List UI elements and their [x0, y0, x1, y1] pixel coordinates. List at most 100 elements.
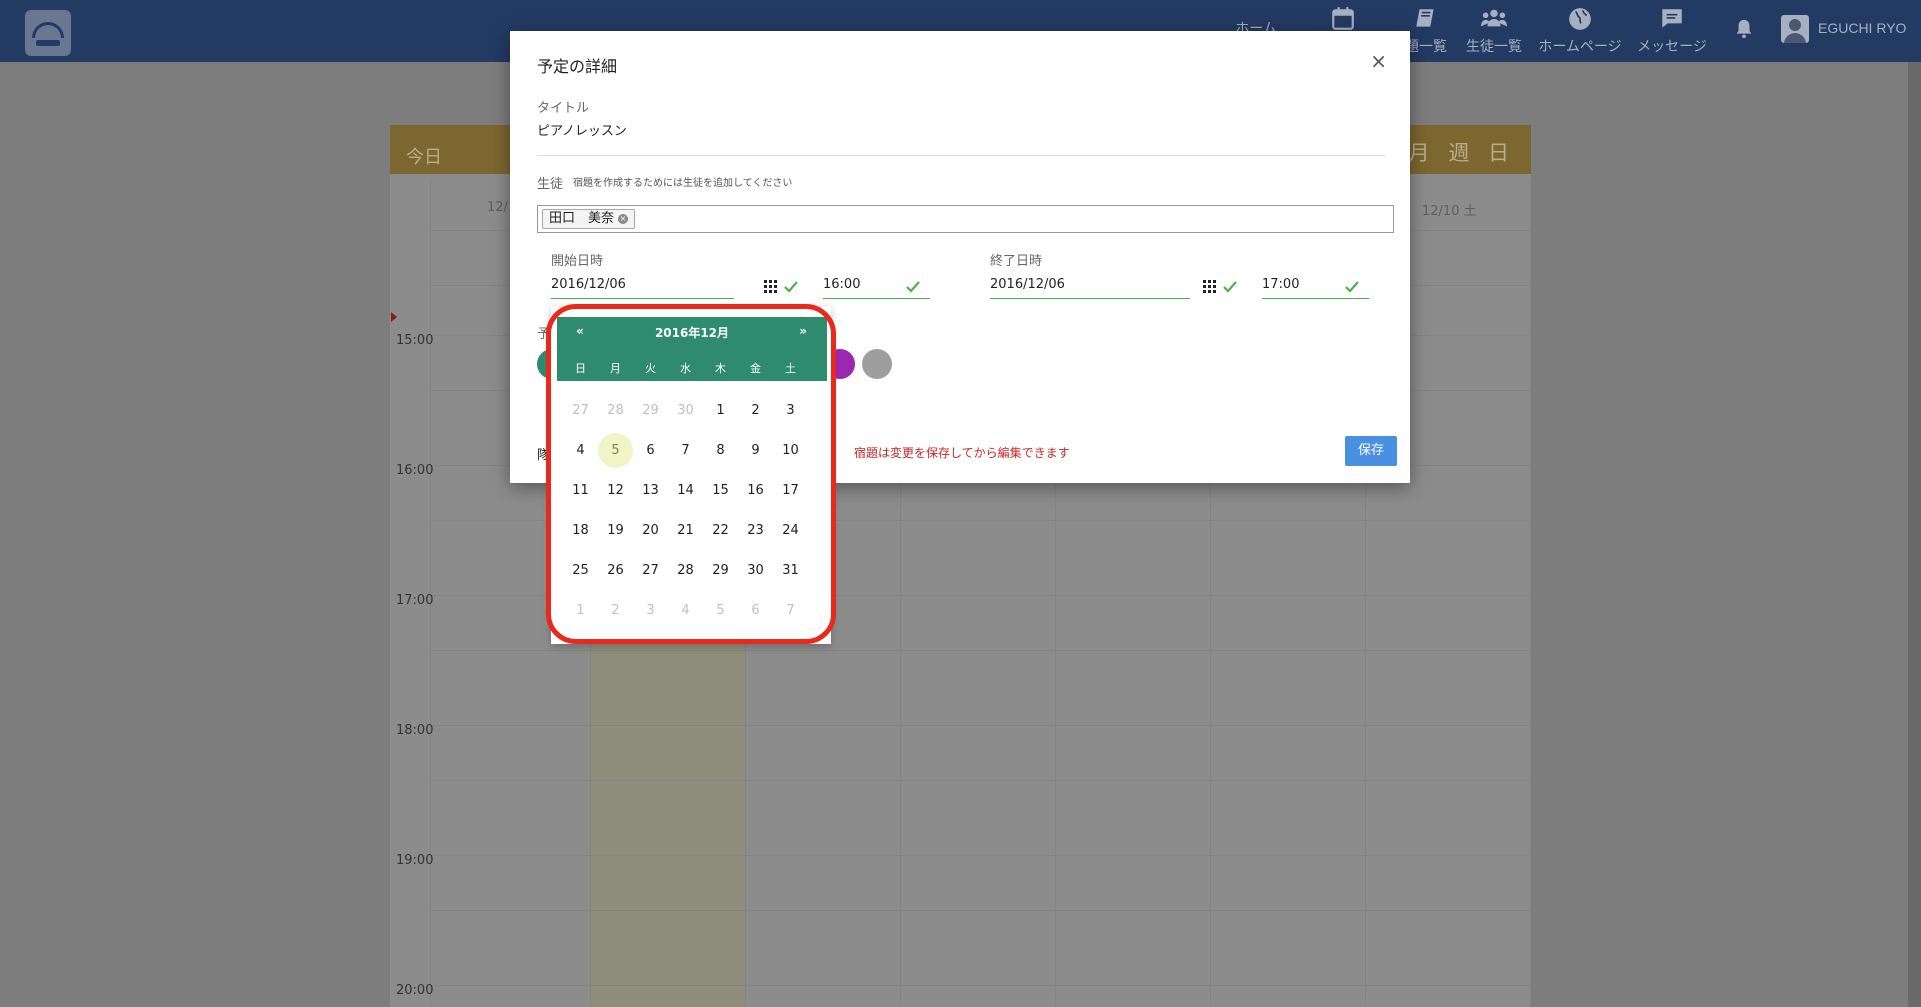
page-scrollbar[interactable]: [1908, 62, 1921, 1007]
datepicker-day[interactable]: 1: [563, 593, 598, 628]
check-icon: [1345, 281, 1359, 293]
nav-messages[interactable]: メッセージ: [1624, 6, 1720, 56]
weekday-header: 水: [680, 362, 691, 375]
close-icon[interactable]: ×: [1370, 49, 1387, 73]
weekday-header: 日: [575, 362, 586, 375]
student-chip-label: 田口 美奈: [549, 211, 615, 226]
datepicker-day[interactable]: 28: [598, 393, 633, 428]
view-switcher[interactable]: 月 週 日: [1409, 137, 1515, 167]
grid-calendar-icon[interactable]: [1203, 280, 1217, 294]
datepicker-day[interactable]: 24: [773, 513, 808, 548]
datepicker-day[interactable]: 9: [738, 433, 773, 468]
end-date-field[interactable]: 2016/12/06: [990, 271, 1190, 299]
time-label: 18:00: [396, 723, 434, 738]
today-button[interactable]: 今日: [406, 143, 442, 169]
datepicker-day[interactable]: 6: [738, 593, 773, 628]
datepicker-day[interactable]: 7: [773, 593, 808, 628]
datepicker-month[interactable]: 2016年12月: [557, 324, 827, 341]
calendar-icon: [1332, 7, 1354, 30]
start-time-value: 16:00: [823, 277, 861, 292]
grid-line: [430, 985, 1531, 986]
datepicker-day[interactable]: 13: [633, 473, 668, 508]
next-month-button[interactable]: »: [799, 324, 807, 338]
time-label: 19:00: [396, 853, 434, 868]
grid-line: [430, 650, 1531, 651]
bottom-label: 隊: [537, 448, 551, 463]
title-value[interactable]: ピアノレッスン: [537, 120, 627, 139]
nav-homepage[interactable]: ホームページ: [1532, 6, 1628, 56]
datepicker-day[interactable]: 21: [668, 513, 703, 548]
datepicker-day[interactable]: 11: [563, 473, 598, 508]
start-date-field[interactable]: 2016/12/06: [551, 271, 734, 299]
datepicker-day[interactable]: 8: [703, 433, 738, 468]
datepicker-day[interactable]: 3: [773, 393, 808, 428]
datepicker-day[interactable]: 30: [738, 553, 773, 588]
datepicker-day[interactable]: 2: [738, 393, 773, 428]
datepicker-day[interactable]: 10: [773, 433, 808, 468]
datepicker-day[interactable]: 12: [598, 473, 633, 508]
grid-line: [1530, 180, 1531, 1007]
datepicker-day[interactable]: 7: [668, 433, 703, 468]
time-label: 20:00: [396, 983, 434, 998]
time-label: 17:00: [396, 593, 434, 608]
datepicker-day[interactable]: 19: [598, 513, 633, 548]
logo-arc-icon: [32, 22, 64, 38]
datepicker-day[interactable]: 1: [703, 393, 738, 428]
datepicker-day[interactable]: 27: [633, 553, 668, 588]
weekday-header: 金: [750, 362, 761, 375]
datepicker-day[interactable]: 15: [703, 473, 738, 508]
datepicker-day[interactable]: 28: [668, 553, 703, 588]
remove-chip-icon[interactable]: ×: [618, 213, 629, 224]
student-input[interactable]: 田口 美奈 ×: [537, 205, 1394, 233]
students-icon: [1481, 9, 1507, 27]
app-logo[interactable]: [25, 10, 71, 56]
avatar[interactable]: [1781, 15, 1809, 43]
datepicker-day[interactable]: 5: [598, 433, 633, 468]
username[interactable]: EGUCHI RYO: [1818, 20, 1906, 36]
end-time-value: 17:00: [1262, 277, 1300, 292]
grid-calendar-icon[interactable]: [764, 280, 778, 294]
datepicker-day[interactable]: 29: [633, 393, 668, 428]
datepicker-popup: « 2016年12月 » 日月火水木金土 27 28 29 30 1 2 3 4 5 6 7 8 9 10…: [551, 307, 831, 644]
bell-icon[interactable]: [1733, 17, 1755, 41]
student-chip[interactable]: 田口 美奈 ×: [542, 209, 636, 229]
datepicker-day[interactable]: 6: [633, 433, 668, 468]
datepicker-day[interactable]: 4: [563, 433, 598, 468]
nav-students[interactable]: 生徒一覧: [1446, 6, 1542, 56]
student-label: 生徒: [537, 177, 564, 192]
datepicker-day[interactable]: 5: [703, 593, 738, 628]
start-date-value: 2016/12/06: [551, 277, 626, 292]
datepicker-day[interactable]: 16: [738, 473, 773, 508]
check-icon: [784, 281, 798, 293]
datepicker-day[interactable]: 31: [773, 553, 808, 588]
datepicker-day[interactable]: 2: [598, 593, 633, 628]
student-hint: 宿題を作成するためには生徒を追加してください: [573, 178, 793, 189]
datepicker-day[interactable]: 30: [668, 393, 703, 428]
grid-line: [430, 780, 1531, 781]
day-header-first: 12/: [487, 200, 508, 215]
message-icon: [1662, 9, 1682, 28]
homework-warning: 宿題は変更を保存してから編集できます: [854, 446, 1070, 460]
check-icon: [1223, 281, 1237, 293]
color-option-gray[interactable]: [862, 349, 892, 379]
datepicker-day[interactable]: 20: [633, 513, 668, 548]
datepicker-day[interactable]: 25: [563, 553, 598, 588]
time-label: 16:00: [396, 463, 434, 478]
datepicker-day[interactable]: 26: [598, 553, 633, 588]
datepicker-day[interactable]: 17: [773, 473, 808, 508]
save-button[interactable]: 保存: [1345, 436, 1397, 466]
nav-homepage-label: ホームページ: [1538, 39, 1622, 55]
datepicker-day[interactable]: 27: [563, 393, 598, 428]
grid-line: [430, 725, 1531, 726]
datepicker-day[interactable]: 14: [668, 473, 703, 508]
datepicker-day[interactable]: 4: [668, 593, 703, 628]
nav-students-label: 生徒一覧: [1466, 39, 1522, 55]
book-icon: [1416, 9, 1434, 27]
datepicker-day[interactable]: 18: [563, 513, 598, 548]
datepicker-day[interactable]: 23: [738, 513, 773, 548]
datepicker-day[interactable]: 3: [633, 593, 668, 628]
logo-base-icon: [36, 40, 60, 46]
datepicker-day[interactable]: 22: [703, 513, 738, 548]
start-label: 開始日時: [551, 254, 604, 269]
datepicker-day[interactable]: 29: [703, 553, 738, 588]
